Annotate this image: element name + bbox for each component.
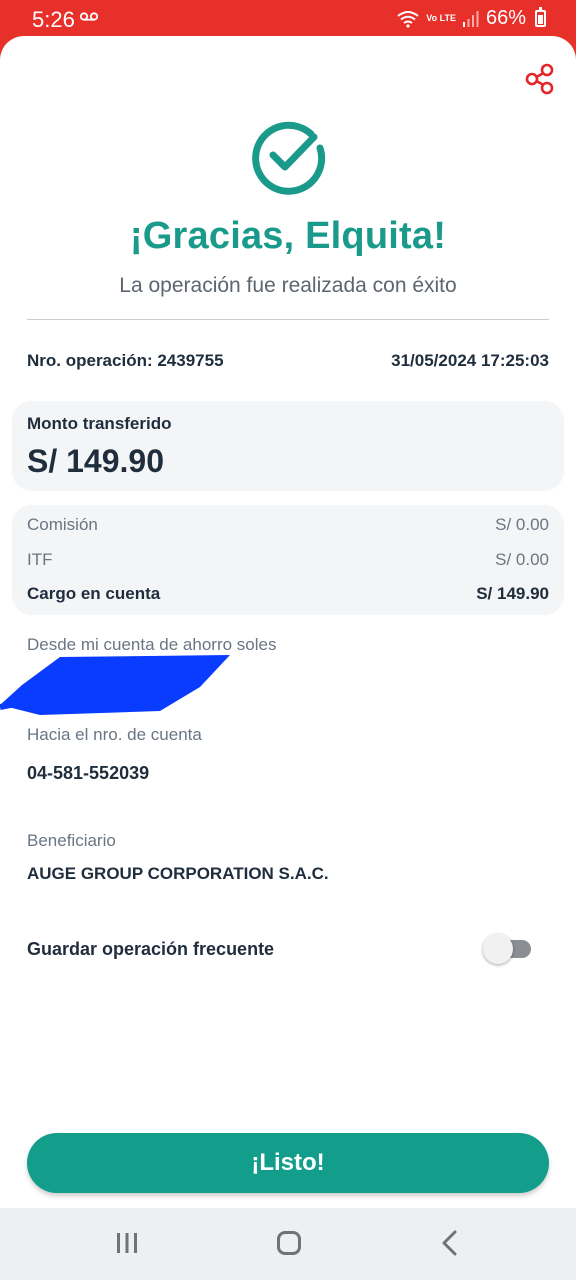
operation-info-row: Nro. operación: 2439755 31/05/2024 17:25… bbox=[27, 351, 549, 371]
wifi-icon bbox=[397, 10, 419, 28]
fees-card: Comisión S/ 0.00 ITF S/ 0.00 Cargo en cu… bbox=[12, 505, 564, 615]
voicemail-icon bbox=[80, 12, 98, 21]
toggle-knob bbox=[483, 934, 513, 964]
fee-label: ITF bbox=[27, 550, 53, 569]
save-frequent-toggle[interactable] bbox=[483, 934, 531, 964]
save-frequent-label: Guardar operación frecuente bbox=[27, 939, 275, 959]
check-circle-icon bbox=[252, 121, 326, 195]
fee-row-commission: Comisión S/ 0.00 bbox=[27, 515, 549, 535]
beneficiary-label: Beneficiario bbox=[27, 831, 116, 850]
fee-label: Comisión bbox=[27, 515, 98, 534]
fee-label: Cargo en cuenta bbox=[27, 584, 161, 603]
redaction-scribble bbox=[0, 655, 230, 715]
fee-row-itf: ITF S/ 0.00 bbox=[27, 550, 549, 570]
save-frequent-row: Guardar operación frecuente bbox=[27, 934, 549, 964]
receipt-sheet bbox=[0, 36, 576, 1208]
signal-icon bbox=[462, 10, 479, 27]
page-subtitle: La operación fue realizada con éxito bbox=[119, 274, 457, 297]
fee-value: S/ 149.90 bbox=[476, 584, 549, 603]
beneficiary-name: AUGE GROUP CORPORATION S.A.C. bbox=[27, 864, 329, 883]
battery-icon bbox=[535, 7, 546, 27]
back-icon[interactable] bbox=[440, 1230, 460, 1256]
recent-apps-icon[interactable] bbox=[116, 1232, 138, 1254]
network-type-label: Vo LTE bbox=[426, 13, 456, 23]
amount-value: S/ 149.90 bbox=[27, 443, 164, 479]
amount-card: Monto transferido S/ 149.90 bbox=[12, 401, 564, 491]
status-indicators: Vo LTE 66% bbox=[396, 7, 546, 30]
operation-datetime: 31/05/2024 17:25:03 bbox=[391, 351, 549, 370]
destination-account-label: Hacia el nro. de cuenta bbox=[27, 725, 202, 744]
amount-label: Monto transferido bbox=[27, 414, 172, 433]
fee-value: S/ 0.00 bbox=[495, 515, 549, 534]
source-account-label: Desde mi cuenta de ahorro soles bbox=[27, 635, 277, 654]
status-bar: 5:26 Vo LTE 66% bbox=[0, 0, 576, 40]
fee-row-total-charge: Cargo en cuenta S/ 149.90 bbox=[27, 584, 549, 604]
done-button[interactable]: ¡Listo! bbox=[27, 1133, 549, 1193]
operation-number: Nro. operación: 2439755 bbox=[27, 351, 224, 370]
destination-account-number: 04-581-552039 bbox=[27, 763, 150, 783]
fee-value: S/ 0.00 bbox=[495, 550, 549, 569]
page-title: ¡Gracias, Elquita! bbox=[129, 215, 447, 257]
home-icon[interactable] bbox=[277, 1231, 301, 1255]
divider bbox=[27, 319, 549, 320]
status-time: 5:26 bbox=[32, 7, 75, 32]
share-icon[interactable] bbox=[522, 61, 558, 97]
navigation-bar bbox=[0, 1208, 576, 1280]
battery-percentage: 66% bbox=[485, 7, 526, 29]
